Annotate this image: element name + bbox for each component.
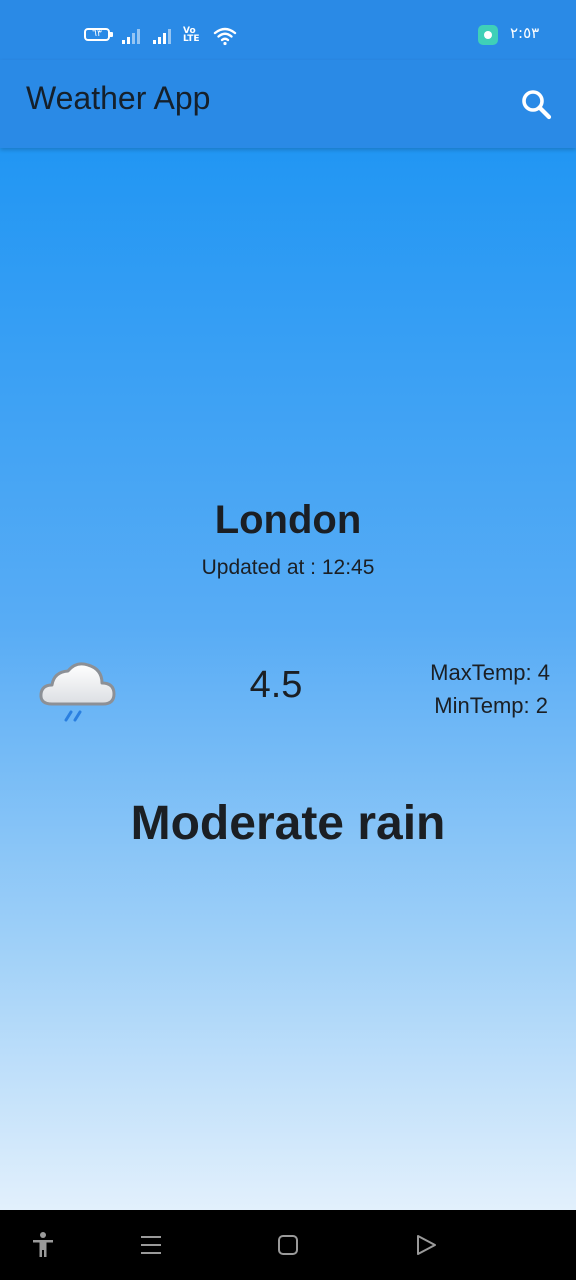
search-icon[interactable] — [516, 84, 556, 124]
current-temperature: 4.5 — [249, 664, 303, 706]
signal-icon — [153, 29, 171, 44]
volte-icon: Vo LTE — [183, 26, 200, 44]
app-notification-icon — [478, 25, 498, 45]
app-title: Weather App — [26, 80, 211, 116]
status-clock: ٢:٥٣ — [510, 24, 540, 42]
city-name: London — [214, 498, 362, 542]
signal-icon — [122, 29, 140, 44]
status-bar: ٦٣ Vo LTE ٢:٥٣ — [0, 0, 576, 60]
battery-icon: ٦٣ — [84, 28, 113, 41]
wifi-icon — [213, 27, 237, 46]
weather-content: London Updated at : 12:45 4.5 MaxTemp: 4… — [0, 148, 576, 1210]
system-nav-bar — [0, 1210, 576, 1280]
weather-condition: Moderate rain — [130, 797, 446, 850]
recent-apps-icon[interactable] — [136, 1230, 166, 1260]
min-temperature: MinTemp: 2 — [434, 693, 548, 718]
back-icon[interactable] — [411, 1230, 441, 1260]
home-icon[interactable] — [273, 1230, 303, 1260]
app-bar: Weather App — [0, 60, 576, 148]
accessibility-icon[interactable] — [28, 1230, 58, 1260]
phone-screen: ٦٣ Vo LTE ٢:٥٣ Weather App London Update… — [0, 0, 576, 1280]
rain-cloud-icon — [39, 662, 116, 722]
updated-time: Updated at : 12:45 — [201, 556, 375, 579]
max-temperature: MaxTemp: 4 — [430, 660, 550, 685]
